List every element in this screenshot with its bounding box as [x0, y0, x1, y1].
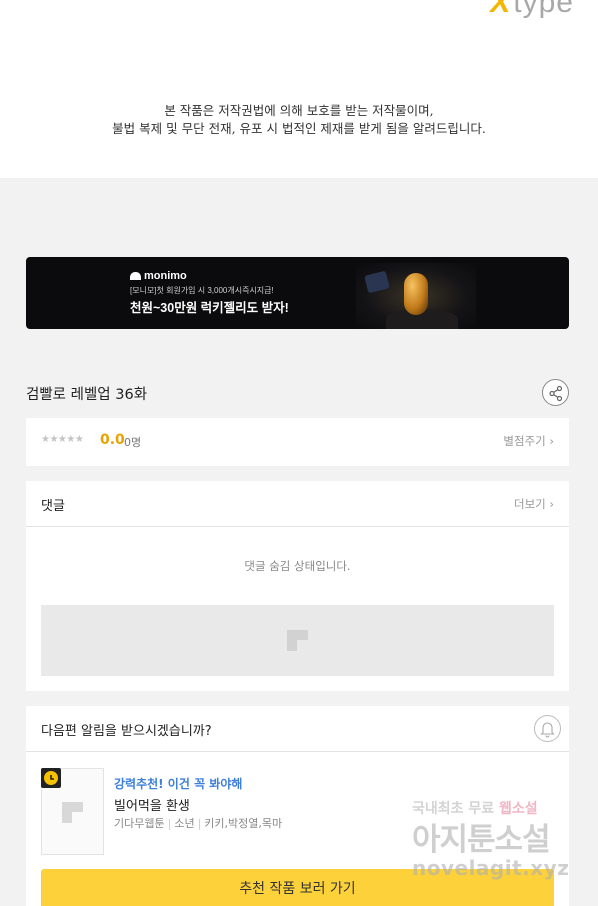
site-watermark: 국내최초 무료 웹소설 아지툰소설 novelagit.xyz: [412, 798, 592, 888]
watermark-line-2: 아지툰소설: [412, 822, 551, 858]
header-area: Xtype 본 작품은 저작권법에 의해 보호를 받는 저작물이며, 불법 복제…: [0, 0, 598, 178]
image-placeholder-icon: [287, 630, 308, 651]
rating-card: ★★★★★ 0.0 0명 별점주기 ›: [26, 418, 569, 466]
meta-separator: |: [167, 817, 172, 830]
recommended-authors: 키키,박정열,목마: [204, 817, 283, 830]
banner-brand: monimo: [130, 270, 187, 282]
recommended-title[interactable]: 빌어먹을 환생: [114, 795, 190, 814]
comments-hidden-message: 댓글 숨김 상태입니다.: [244, 559, 351, 573]
ad-placeholder[interactable]: [41, 605, 554, 676]
jelly-bean-graphic: [404, 273, 428, 315]
comments-title: 댓글: [41, 499, 65, 514]
recommended-category: 소년: [174, 817, 195, 830]
rate-button[interactable]: 별점주기 ›: [503, 433, 554, 449]
wait-free-clock-icon: [41, 768, 61, 788]
banner-big-text: 천원~30만원 럭키젤리도 받자!: [130, 301, 289, 315]
copyright-line-2: 불법 복제 및 무단 전재, 유포 시 법적인 제재를 받게 됨을 알려드립니다…: [112, 121, 486, 136]
copyright-line-1: 본 작품은 저작권법에 의해 보호를 받는 저작물이며,: [164, 103, 434, 118]
bell-icon: [540, 722, 555, 738]
notify-question: 다음편 알림을 받으시겠습니까?: [41, 724, 212, 739]
notify-bell-button[interactable]: [534, 715, 561, 742]
comments-more-link[interactable]: 더보기 ›: [514, 496, 554, 512]
comments-header: 댓글 더보기 ›: [26, 481, 569, 527]
copyright-notice: 본 작품은 저작권법에 의해 보호를 받는 저작물이며, 불법 복제 및 무단 …: [0, 102, 598, 138]
watermark-line-3: novelagit.xyz: [412, 856, 570, 880]
banner-small-text: [모니모]첫 회원가입 시 3,000개시즉시지급!: [130, 286, 274, 295]
rating-stars-icon: ★★★★★: [41, 434, 84, 445]
share-button[interactable]: [542, 379, 569, 406]
monimo-icon: [130, 272, 141, 280]
ad-banner[interactable]: monimo [모니모]첫 회원가입 시 3,000개시즉시지급! 천원~30만…: [26, 257, 569, 329]
rating-count: 0명: [124, 436, 142, 449]
xtype-logo: Xtype: [490, 0, 574, 19]
rating-score: 0.0: [100, 432, 125, 448]
recommend-tag: 강력추천! 이건 꼭 봐야해: [114, 777, 243, 791]
clock-hands: [50, 775, 54, 780]
image-placeholder-icon: [62, 802, 83, 823]
meta-separator: |: [197, 817, 202, 830]
recommended-genre: 기다무웹툰: [114, 817, 165, 830]
episode-title: 검빨로 레벨업 36화: [26, 387, 148, 403]
notify-header: 다음편 알림을 받으시겠습니까?: [26, 706, 569, 752]
comments-card: 댓글 더보기 › 댓글 숨김 상태입니다.: [26, 481, 569, 691]
recommended-meta: 기다무웹툰 | 소년 | 키키,박정열,목마: [114, 815, 282, 831]
share-icon: [549, 385, 563, 402]
clock-face: [44, 771, 58, 785]
